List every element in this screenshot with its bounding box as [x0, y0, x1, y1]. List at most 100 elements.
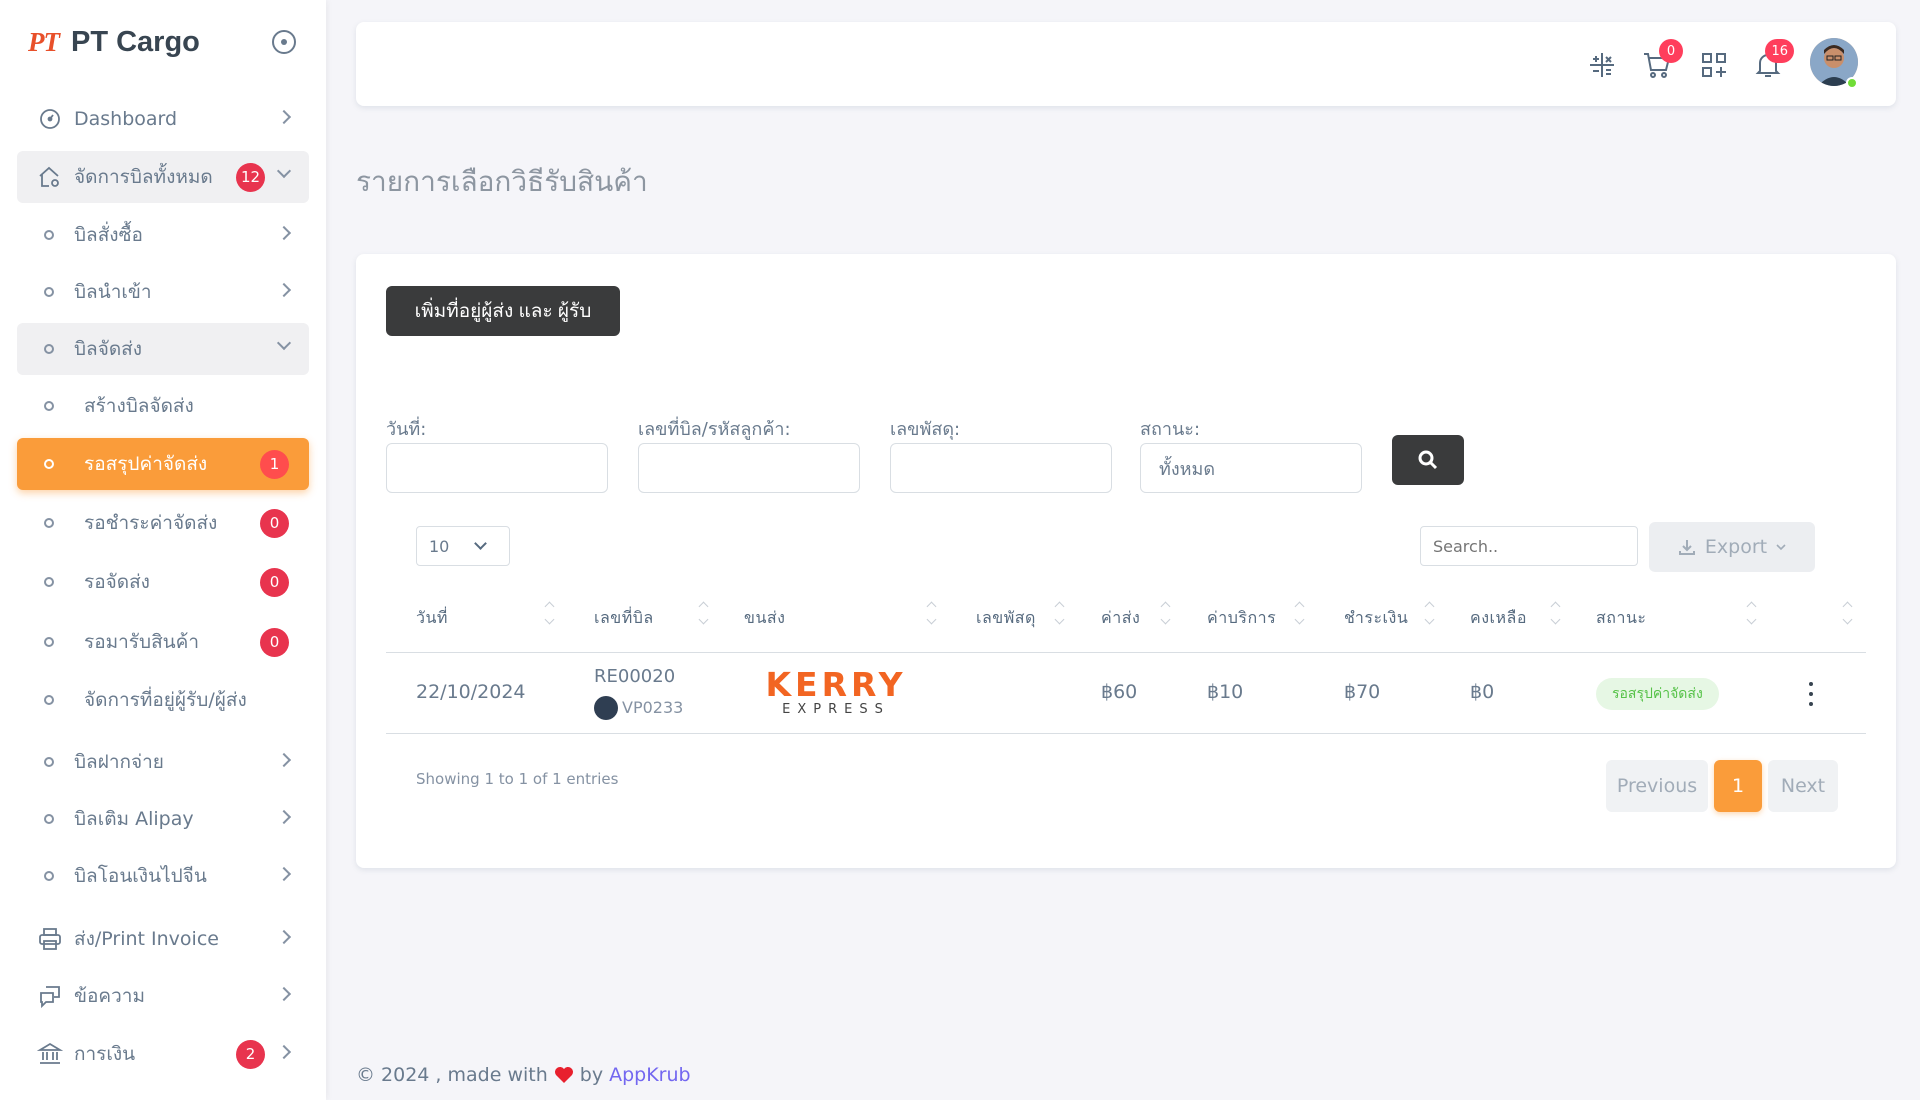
sidebar-item-label: บิลโอนเงินไปจีน	[74, 865, 207, 887]
row-bill-no[interactable]: RE00020	[594, 666, 675, 687]
sidebar-item-label: บิลนำเข้า	[74, 281, 152, 303]
row-service-fee: ฿10	[1207, 681, 1244, 703]
pagination-next[interactable]: Next	[1768, 760, 1838, 812]
sort-icon[interactable]	[1748, 600, 1756, 626]
sidebar-item-import-bills[interactable]: บิลนำเข้า	[17, 266, 309, 318]
chevron-right-icon	[276, 929, 292, 945]
bank-icon	[37, 1041, 63, 1067]
calculator-icon[interactable]	[1586, 49, 1618, 81]
sidebar-item-await-delivery[interactable]: รอจัดส่ง 0	[17, 556, 309, 608]
main-card: เพิ่มที่อยู่ผู้ส่ง และ ผู้รับ วันที่: เล…	[356, 254, 1896, 868]
pagination-page-1[interactable]: 1	[1714, 760, 1762, 812]
sidebar-item-dashboard[interactable]: Dashboard	[17, 93, 309, 145]
sidebar-item-transfer-china[interactable]: บิลโอนเงินไปจีน	[17, 850, 309, 902]
sidebar-item-create-shipping-bill[interactable]: สร้างบิลจัดส่ง	[17, 380, 309, 432]
search-button[interactable]	[1392, 435, 1464, 485]
sidebar-item-purchase-bills[interactable]: บิลสั่งซื้อ	[17, 209, 309, 261]
chevron-down-icon	[474, 537, 487, 550]
sort-icon[interactable]	[928, 600, 936, 626]
heart-icon	[554, 1067, 573, 1083]
sidebar-item-messages[interactable]: ข้อความ	[17, 970, 309, 1022]
date-filter-input[interactable]	[386, 443, 608, 493]
sidebar-toggle-icon[interactable]	[272, 30, 296, 54]
status-filter-select[interactable]	[1140, 443, 1362, 493]
table-divider	[386, 733, 1866, 734]
sidebar-item-await-shipping-summary[interactable]: รอสรุปค่าจัดส่ง 1	[17, 438, 309, 490]
sidebar-item-label: บิลฝากจ่าย	[74, 751, 164, 773]
pagination-previous[interactable]: Previous	[1606, 760, 1708, 812]
bill-filter-input[interactable]	[638, 443, 860, 493]
home-gear-icon	[37, 164, 63, 190]
row-shipping-fee: ฿60	[1101, 681, 1138, 703]
radio-circle-icon	[44, 518, 54, 528]
radio-circle-icon	[44, 695, 54, 705]
table-search-input[interactable]	[1420, 526, 1638, 566]
sort-icon[interactable]	[1056, 600, 1064, 626]
radio-circle-icon	[44, 871, 54, 881]
kerry-express-logo: KERRY EXPRESS	[765, 665, 907, 717]
sidebar-item-await-shipping-payment[interactable]: รอชำระค่าจัดส่ง 0	[17, 497, 309, 549]
sidebar-item-label: การเงิน	[74, 1043, 136, 1065]
page-length-select[interactable]: 10	[416, 526, 510, 566]
status-badge: รอสรุปค่าจัดส่ง	[1596, 678, 1719, 710]
sidebar-item-finance[interactable]: การเงิน 2	[17, 1028, 309, 1080]
sidebar-item-deposit-bills[interactable]: บิลฝากจ่าย	[17, 736, 309, 788]
export-label: Export	[1704, 536, 1768, 558]
sidebar-item-all-bills[interactable]: จัดการบิลทั้งหมด 12	[17, 151, 309, 203]
grid-add-icon[interactable]	[1698, 49, 1730, 81]
sidebar-item-manage-addresses[interactable]: จัดการที่อยู่ผู้รับ/ผู้ส่ง	[17, 674, 309, 726]
download-icon	[1678, 540, 1695, 555]
sidebar-item-await-pickup[interactable]: รอมารับสินค้า 0	[17, 616, 309, 668]
sidebar-item-print-invoice[interactable]: ส่ง/Print Invoice	[17, 913, 309, 965]
column-header-carrier[interactable]: ขนส่ง	[744, 606, 785, 631]
chevron-right-icon	[276, 809, 292, 825]
column-header-date[interactable]: วันที่	[416, 606, 448, 631]
column-header-balance[interactable]: คงเหลือ	[1470, 606, 1527, 631]
column-header-shipping[interactable]: ค่าส่ง	[1101, 606, 1140, 631]
sort-icon[interactable]	[1552, 600, 1560, 626]
more-actions-icon[interactable]	[1808, 682, 1814, 706]
column-header-parcel[interactable]: เลขพัสดุ	[976, 606, 1036, 631]
radio-circle-icon	[44, 814, 54, 824]
sort-icon[interactable]	[1426, 600, 1434, 626]
dashboard-icon	[37, 106, 63, 132]
sort-icon[interactable]	[1844, 600, 1852, 626]
sidebar-item-alipay-bills[interactable]: บิลเติม Alipay	[17, 793, 309, 845]
sidebar-item-label: สร้างบิลจัดส่ง	[84, 395, 194, 417]
row-date: 22/10/2024	[416, 681, 526, 703]
count-badge: 12	[236, 162, 265, 192]
parcel-filter-input[interactable]	[890, 443, 1112, 493]
sort-icon[interactable]	[1296, 600, 1304, 626]
sidebar-item-label: บิลสั่งซื้อ	[74, 224, 143, 246]
sidebar-item-label: ส่ง/Print Invoice	[74, 928, 219, 950]
brand[interactable]: PT PT Cargo	[28, 22, 200, 62]
column-header-bill[interactable]: เลขที่บิล	[594, 606, 654, 631]
column-header-paid[interactable]: ชำระเงิน	[1344, 606, 1408, 631]
radio-circle-icon	[44, 230, 54, 240]
column-header-status[interactable]: สถานะ	[1596, 606, 1646, 631]
brand-name: PT Cargo	[71, 25, 200, 58]
footer: © 2024 , made with by AppKrub	[356, 1064, 691, 1086]
footer-link[interactable]: AppKrub	[609, 1064, 691, 1086]
sort-icon[interactable]	[1162, 600, 1170, 626]
count-badge: 1	[260, 449, 289, 479]
sidebar-item-shipping-bills[interactable]: บิลจัดส่ง	[17, 323, 309, 375]
add-address-button[interactable]: เพิ่มที่อยู่ผู้ส่ง และ ผู้รับ	[386, 286, 620, 336]
brand-logo: PT	[28, 26, 60, 57]
bell-icon[interactable]: 16	[1752, 39, 1794, 81]
sort-icon[interactable]	[700, 600, 708, 626]
sidebar-item-label: จัดการที่อยู่ผู้รับ/ผู้ส่ง	[84, 689, 247, 711]
parcel-filter-label: เลขพัสดุ:	[890, 419, 961, 440]
sidebar-item-label: Dashboard	[74, 108, 178, 130]
cart-icon[interactable]: 0	[1641, 39, 1683, 81]
notification-count-badge: 16	[1765, 39, 1794, 63]
printer-icon	[37, 926, 63, 952]
column-header-service[interactable]: ค่าบริการ	[1207, 606, 1276, 631]
bill-filter-label: เลขที่บิล/รหัสลูกค้า:	[638, 419, 791, 440]
chevron-right-icon	[276, 282, 292, 298]
count-badge: 0	[260, 627, 289, 657]
export-button[interactable]: Export	[1649, 522, 1815, 572]
online-status-dot	[1846, 77, 1858, 89]
chevron-down-icon	[1776, 544, 1786, 551]
sort-icon[interactable]	[546, 600, 554, 626]
